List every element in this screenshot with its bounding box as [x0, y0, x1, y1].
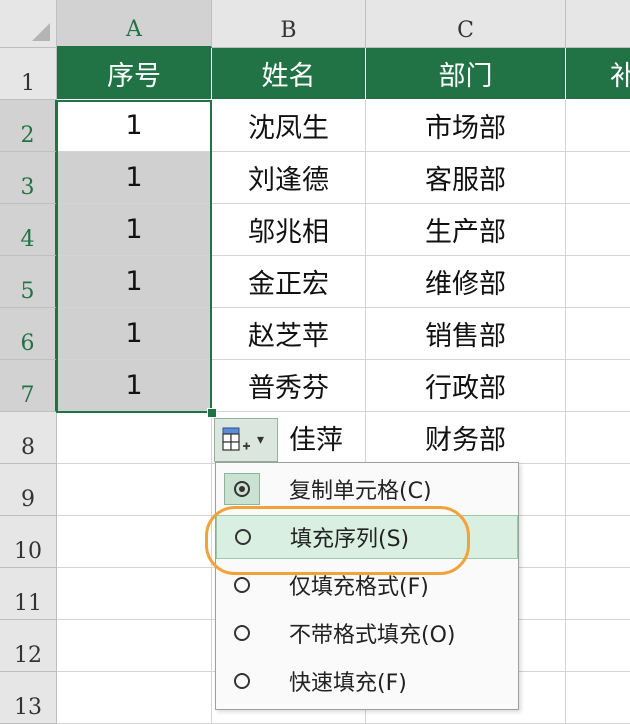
row-header-11[interactable]: 11 [0, 568, 57, 620]
cell-d13[interactable] [566, 672, 630, 724]
cell-a5[interactable]: 1 [57, 256, 212, 308]
cell-d4[interactable] [566, 204, 630, 256]
row-header-7[interactable]: 7 [0, 360, 57, 412]
radio-checked-icon [234, 481, 250, 497]
menu-item-label: 填充序列(S) [290, 527, 410, 552]
cell-d5[interactable] [566, 256, 630, 308]
cell-a2[interactable]: 1 [57, 100, 212, 152]
cell-a11[interactable] [57, 568, 212, 620]
cell-a13[interactable] [57, 672, 212, 724]
cell-c5[interactable]: 维修部 [366, 256, 566, 308]
cell-c3[interactable]: 客服部 [366, 152, 566, 204]
cell-b7[interactable]: 普秀芬 [212, 360, 366, 412]
cell-d12[interactable] [566, 620, 630, 672]
select-all-triangle-icon [32, 23, 50, 41]
cell-a4[interactable]: 1 [57, 204, 212, 256]
cell-b2[interactable]: 沈凤生 [212, 100, 366, 152]
cell-d7[interactable] [566, 360, 630, 412]
cell-b5[interactable]: 金正宏 [212, 256, 366, 308]
spreadsheet-grid: A B C 1 2 3 4 5 6 7 8 9 10 11 12 13 序号 姓… [0, 0, 630, 724]
row-header-1[interactable]: 1 [0, 48, 57, 100]
column-header-c[interactable]: C [366, 0, 566, 48]
row-header-4[interactable]: 4 [0, 204, 57, 256]
cell-a12[interactable] [57, 620, 212, 672]
header-cell-serial[interactable]: 序号 [57, 48, 212, 100]
cell-a6[interactable]: 1 [57, 308, 212, 360]
cell-c7[interactable]: 行政部 [366, 360, 566, 412]
cell-b4[interactable]: 邬兆相 [212, 204, 366, 256]
menu-item-copy-cells[interactable]: 复制单元格(C) [216, 467, 518, 511]
cell-d2[interactable] [566, 100, 630, 152]
cell-a7[interactable]: 1 [57, 360, 212, 412]
menu-item-fill-formatting-only[interactable]: 仅填充格式(F) [216, 563, 518, 607]
row-header-6[interactable]: 6 [0, 308, 57, 360]
row-header-13[interactable]: 13 [0, 672, 57, 724]
cell-a8[interactable] [57, 412, 212, 464]
row-header-8[interactable]: 8 [0, 412, 57, 464]
row-header-5[interactable]: 5 [0, 256, 57, 308]
row-header-9[interactable]: 9 [0, 464, 57, 516]
header-cell-department[interactable]: 部门 [366, 48, 566, 100]
cell-b3[interactable]: 刘逢德 [212, 152, 366, 204]
radio-icon [234, 625, 250, 641]
autofill-options-icon [222, 427, 250, 451]
menu-item-label: 复制单元格(C) [289, 479, 432, 504]
column-header-a[interactable]: A [57, 0, 212, 48]
cell-a10[interactable] [57, 516, 212, 568]
menu-item-label: 仅填充格式(F) [289, 575, 429, 600]
cell-a9[interactable] [57, 464, 212, 516]
row-header-10[interactable]: 10 [0, 516, 57, 568]
column-header-b[interactable]: B [212, 0, 366, 48]
radio-icon [235, 529, 251, 545]
menu-item-label: 不带格式填充(O) [289, 623, 456, 648]
select-all-corner[interactable] [0, 0, 57, 48]
menu-item-fill-without-formatting[interactable]: 不带格式填充(O) [216, 611, 518, 655]
cell-b6[interactable]: 赵芝苹 [212, 308, 366, 360]
cell-c8[interactable]: 财务部 [366, 412, 566, 464]
cell-c2[interactable]: 市场部 [366, 100, 566, 152]
row-header-2[interactable]: 2 [0, 100, 57, 152]
radio-icon [234, 577, 250, 593]
autofill-options-button[interactable]: ▾ [214, 418, 278, 462]
menu-item-label: 快速填充(F) [289, 671, 407, 696]
column-header-d[interactable] [566, 0, 630, 48]
cell-d3[interactable] [566, 152, 630, 204]
menu-item-flash-fill[interactable]: 快速填充(F) [216, 659, 518, 703]
header-cell-name[interactable]: 姓名 [212, 48, 366, 100]
radio-icon [234, 673, 250, 689]
cell-d9[interactable] [566, 464, 630, 516]
row-header-12[interactable]: 12 [0, 620, 57, 672]
fill-handle[interactable] [207, 408, 217, 418]
header-cell-d[interactable]: 补 [566, 48, 630, 100]
cell-c6[interactable]: 销售部 [366, 308, 566, 360]
cell-d11[interactable] [566, 568, 630, 620]
row-header-3[interactable]: 3 [0, 152, 57, 204]
cell-d10[interactable] [566, 516, 630, 568]
menu-item-fill-series[interactable]: 填充序列(S) [216, 515, 518, 559]
autofill-options-menu: 复制单元格(C) 填充序列(S) 仅填充格式(F) 不带格式填充(O) 快速填充… [215, 462, 519, 710]
cell-a3[interactable]: 1 [57, 152, 212, 204]
chevron-down-icon: ▾ [257, 432, 265, 448]
cell-d8[interactable] [566, 412, 630, 464]
cell-c4[interactable]: 生产部 [366, 204, 566, 256]
cell-d6[interactable] [566, 308, 630, 360]
